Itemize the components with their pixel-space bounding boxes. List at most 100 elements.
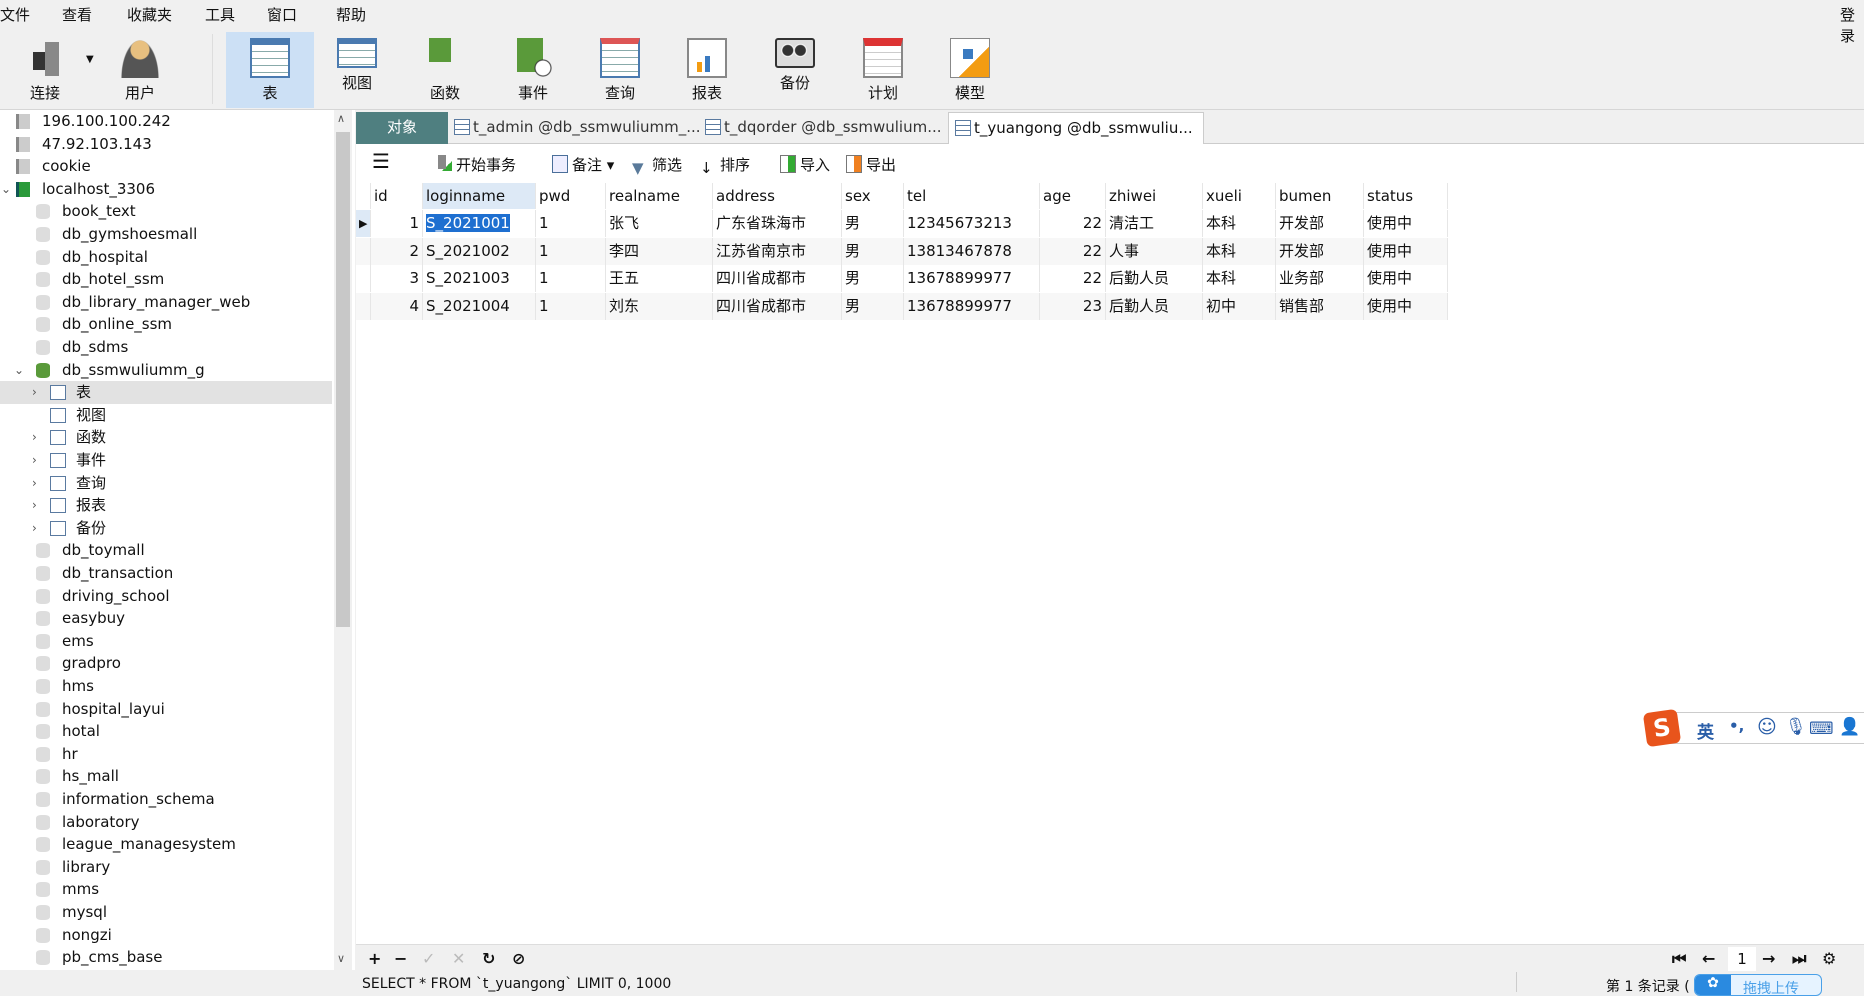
tree-item-db[interactable]: pb_cms_base xyxy=(0,946,332,969)
table-cell-tel[interactable]: 12345673213 xyxy=(904,210,1040,237)
table-cell-bumen[interactable]: 销售部 xyxy=(1276,292,1364,320)
table-cell-pwd[interactable]: 1 xyxy=(536,210,606,237)
table-cell-bumen[interactable]: 业务部 xyxy=(1276,265,1364,292)
toolbar-button-backup[interactable]: 备份 xyxy=(751,32,839,108)
note-button[interactable]: 备注 ▾ xyxy=(552,154,614,175)
table-cell-xueli[interactable]: 本科 xyxy=(1203,210,1276,237)
tree-item-db[interactable]: mms xyxy=(0,878,332,901)
delete-record-icon[interactable]: − xyxy=(394,949,407,968)
tree-item-db[interactable]: hotal xyxy=(0,720,332,743)
table-cell-address[interactable]: 四川省成都市 xyxy=(713,265,842,292)
table-cell-realname[interactable]: 刘东 xyxy=(606,292,713,320)
collapse-chevron-icon[interactable]: › xyxy=(32,449,37,472)
table-cell-zhiwei[interactable]: 人事 xyxy=(1106,237,1203,265)
tree-item-conn-off[interactable]: 47.92.103.143 xyxy=(0,133,332,156)
toolbar-button-view-glasses[interactable]: 视图 xyxy=(313,32,401,108)
tree-item-backups[interactable]: › 备份 xyxy=(0,517,332,540)
table-cell-age[interactable]: 22 xyxy=(1040,210,1106,237)
next-page-icon[interactable]: → xyxy=(1762,949,1775,968)
import-button[interactable]: 导入 xyxy=(780,154,830,175)
table-cell-loginname[interactable]: S_2021001 xyxy=(423,210,536,237)
table-cell-realname[interactable]: 张飞 xyxy=(606,210,713,237)
scroll-up-icon[interactable]: ∧ xyxy=(337,112,345,125)
toolbar-button-event-clock[interactable]: 事件 xyxy=(489,32,577,108)
last-page-icon[interactable]: ⏭ xyxy=(1792,949,1806,969)
tree-item-db[interactable]: db_online_ssm xyxy=(0,313,332,336)
table-cell-sex[interactable]: 男 xyxy=(842,210,904,237)
sogou-logo-icon[interactable]: S xyxy=(1642,708,1682,748)
table-cell-status[interactable]: 使用中 xyxy=(1364,265,1448,292)
table-cell-zhiwei[interactable]: 清洁工 xyxy=(1106,210,1203,237)
tree-item-conn-off[interactable]: 196.100.100.242 xyxy=(0,110,332,133)
table-cell-bumen[interactable]: 开发部 xyxy=(1276,237,1364,265)
row-selector[interactable] xyxy=(356,237,371,265)
table-cell-sex[interactable]: 男 xyxy=(842,265,904,292)
current-row-indicator-icon[interactable]: ▶ xyxy=(356,210,371,237)
toolbar-button-table[interactable]: 表 xyxy=(226,32,314,108)
page-number-input[interactable]: 1 xyxy=(1728,947,1756,971)
tree-item-tables[interactable]: › 表 xyxy=(0,381,332,404)
tree-item-db[interactable]: book_text xyxy=(0,200,332,223)
table-cell-id[interactable]: 3 xyxy=(371,265,423,292)
table-cell-loginname[interactable]: S_2021002 xyxy=(423,237,536,265)
tree-item-db[interactable]: hms xyxy=(0,675,332,698)
tree-item-db[interactable]: hospital_layui xyxy=(0,698,332,721)
keyboard-icon[interactable]: ⌨ xyxy=(1809,719,1834,739)
table-cell-status[interactable]: 使用中 xyxy=(1364,292,1448,320)
tree-item-db[interactable]: nongzi xyxy=(0,924,332,947)
emoji-icon[interactable]: ☺ xyxy=(1757,716,1777,738)
toolbar-button-function[interactable]: 函数 xyxy=(401,32,489,108)
collapse-chevron-icon[interactable]: › xyxy=(32,517,37,540)
tree-item-conn-off[interactable]: cookie xyxy=(0,155,332,178)
collapse-chevron-icon[interactable]: › xyxy=(32,472,37,495)
column-header-pwd[interactable]: pwd xyxy=(536,183,606,209)
export-button[interactable]: 导出 xyxy=(846,154,896,175)
tree-item-db[interactable]: db_library_manager_web xyxy=(0,291,332,314)
table-cell-tel[interactable]: 13678899977 xyxy=(904,292,1040,320)
column-header-id[interactable]: id xyxy=(371,183,423,209)
table-cell-tel[interactable]: 13813467878 xyxy=(904,237,1040,265)
menu-tools[interactable]: 工具 xyxy=(205,4,235,25)
ime-language-toggle[interactable]: 英 xyxy=(1697,718,1714,743)
selected-cell-text[interactable]: S_2021001 xyxy=(426,214,510,232)
tree-item-db[interactable]: league_managesystem xyxy=(0,833,332,856)
toolbar-button-query[interactable]: 查询 xyxy=(576,32,664,108)
tree-item-db[interactable]: ems xyxy=(0,630,332,653)
table-cell-realname[interactable]: 李四 xyxy=(606,237,713,265)
column-header-xueli[interactable]: xueli xyxy=(1203,183,1276,209)
menu-hamburger-icon[interactable]: ☰ xyxy=(372,149,390,173)
first-page-icon[interactable]: ⏮ xyxy=(1672,949,1686,969)
tree-item-db[interactable]: mysql xyxy=(0,901,332,924)
settings-gear-icon[interactable]: ⚙ xyxy=(1822,949,1836,968)
table-cell-id[interactable]: 4 xyxy=(371,292,423,320)
column-header-status[interactable]: status xyxy=(1364,183,1448,209)
menu-window[interactable]: 窗口 xyxy=(267,4,297,25)
tree-item-db[interactable]: db_transaction xyxy=(0,562,332,585)
connect-dropdown-icon[interactable]: ▼ xyxy=(86,54,94,65)
menu-view[interactable]: 查看 xyxy=(62,4,92,25)
tree-item-db-open[interactable]: ⌄ db_ssmwuliumm_g xyxy=(0,359,332,382)
column-header-sex[interactable]: sex xyxy=(842,183,904,209)
table-cell-id[interactable]: 2 xyxy=(371,237,423,265)
menu-help[interactable]: 帮助 xyxy=(336,4,366,25)
row-selector[interactable] xyxy=(356,292,371,320)
table-cell-sex[interactable]: 男 xyxy=(842,292,904,320)
table-cell-loginname[interactable]: S_2021003 xyxy=(423,265,536,292)
tree-item-db[interactable]: db_hotel_ssm xyxy=(0,268,332,291)
table-cell-address[interactable]: 江苏省南京市 xyxy=(713,237,842,265)
column-header-tel[interactable]: tel xyxy=(904,183,1040,209)
table-cell-loginname[interactable]: S_2021004 xyxy=(423,292,536,320)
tree-item-db[interactable]: db_sdms xyxy=(0,336,332,359)
filter-button[interactable]: ▼ 筛选 xyxy=(632,154,682,177)
expand-chevron-icon[interactable]: ⌄ xyxy=(14,359,24,382)
column-header-address[interactable]: address xyxy=(713,183,842,209)
column-header-realname[interactable]: realname xyxy=(606,183,713,209)
tree-item-functions[interactable]: › 函数 xyxy=(0,426,332,449)
discard-changes-icon[interactable]: ✕ xyxy=(452,949,465,968)
toolbar-button-user[interactable]: 用户 xyxy=(96,32,184,108)
scroll-down-icon[interactable]: ∨ xyxy=(337,952,345,965)
tree-item-db[interactable]: information_schema xyxy=(0,788,332,811)
tree-item-db[interactable]: db_hospital xyxy=(0,246,332,269)
add-record-icon[interactable]: + xyxy=(368,949,381,968)
tree-item-conn-on[interactable]: ⌄ localhost_3306 xyxy=(0,178,332,201)
